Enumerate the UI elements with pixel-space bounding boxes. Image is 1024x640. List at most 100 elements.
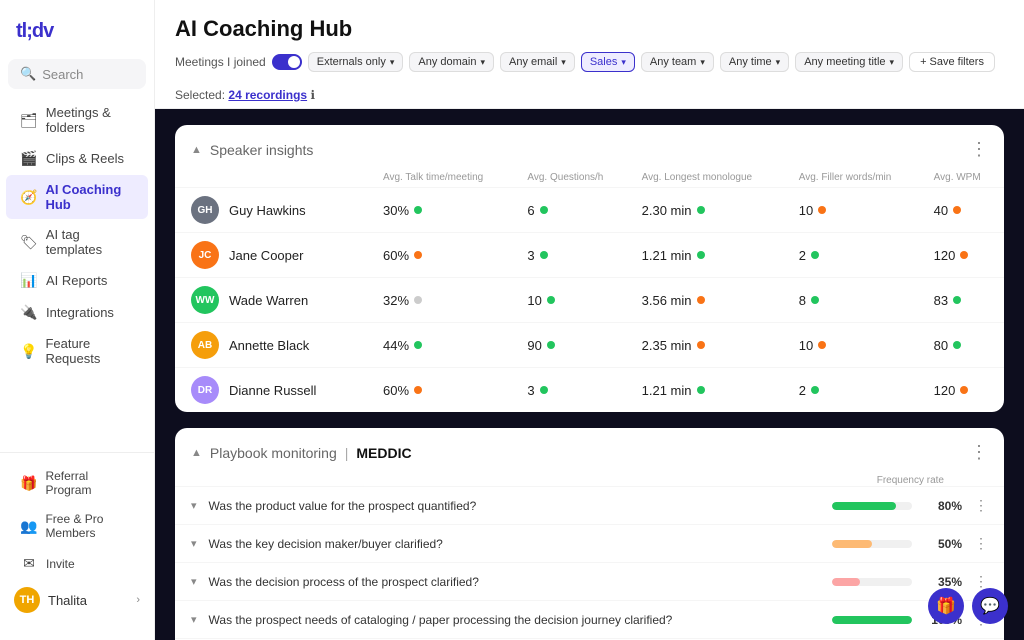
chat-button[interactable]: 💬 xyxy=(972,588,1008,624)
q-dot xyxy=(547,296,555,304)
title-filter[interactable]: Any meeting title ▾ xyxy=(795,52,903,72)
sidebar-item-reports[interactable]: 📊 AI Reports xyxy=(6,265,148,296)
freq-label: Frequency rate xyxy=(877,475,944,486)
speaker-name: Guy Hawkins xyxy=(229,203,306,218)
meetings-toggle[interactable] xyxy=(272,54,302,70)
externals-filter[interactable]: Externals only ▾ xyxy=(308,52,404,72)
chevron-down-icon: ▾ xyxy=(390,57,395,68)
expand-icon[interactable]: ▾ xyxy=(191,499,197,512)
save-filters-button[interactable]: + Save filters xyxy=(909,52,995,72)
team-filter[interactable]: Any team ▾ xyxy=(641,52,714,72)
sidebar-item-meetings[interactable]: 🗂 Meetings & folders xyxy=(6,98,148,142)
user-profile[interactable]: TH Thalita › xyxy=(0,580,154,620)
playbook-question: Was the prospect needs of cataloging / p… xyxy=(209,613,820,627)
row-more-options[interactable]: ⋮ xyxy=(974,497,988,514)
user-name: Thalita xyxy=(48,593,128,608)
info-icon: ℹ xyxy=(310,88,315,102)
monologue-cell: 2.30 min xyxy=(634,188,791,233)
speaker-name: Wade Warren xyxy=(229,293,308,308)
wpm-cell: 120 xyxy=(926,233,1004,278)
f-dot xyxy=(811,386,819,394)
sidebar-item-clips[interactable]: 🎬 Clips & Reels xyxy=(6,143,148,174)
meetings-joined-label: Meetings I joined xyxy=(175,55,266,69)
col-wpm: Avg. WPM xyxy=(926,168,1004,188)
expand-icon[interactable]: ▾ xyxy=(191,613,197,626)
sidebar-item-tags[interactable]: 🏷 AI tag templates xyxy=(6,220,148,264)
clips-icon: 🎬 xyxy=(20,150,38,167)
sidebar-item-coaching[interactable]: 🧭 AI Coaching Hub xyxy=(6,175,148,219)
recordings-link[interactable]: 24 recordings xyxy=(228,88,307,102)
sidebar-item-integrations[interactable]: 🔌 Integrations xyxy=(6,297,148,328)
speaker-name: Jane Cooper xyxy=(229,248,303,263)
tags-icon: 🏷 xyxy=(20,234,38,251)
q-dot xyxy=(540,251,548,259)
speaker-name-cell: DR Dianne Russell xyxy=(175,368,375,413)
time-filter[interactable]: Any time ▾ xyxy=(720,52,789,72)
chevron-down-icon: ▾ xyxy=(776,57,781,68)
speaker-name-cell: GH Guy Hawkins xyxy=(175,188,375,233)
collapse-icon[interactable]: ▲ xyxy=(191,144,202,156)
playbook-subtitle: MEDDIC xyxy=(356,445,411,461)
speaker-name: Dianne Russell xyxy=(229,383,316,398)
talk-dot xyxy=(414,251,422,259)
f-dot xyxy=(818,206,826,214)
table-row: WW Wade Warren 32% 10 3.56 min 8 83 xyxy=(175,278,1004,323)
m-dot xyxy=(697,251,705,259)
sidebar-item-invite[interactable]: ✉ Invite xyxy=(6,548,148,579)
referral-icon: 🎁 xyxy=(20,475,37,492)
speaker-avatar: WW xyxy=(191,286,219,314)
w-dot xyxy=(953,206,961,214)
speaker-avatar: AB xyxy=(191,331,219,359)
monologue-cell: 1.21 min xyxy=(634,368,791,413)
speaker-avatar: DR xyxy=(191,376,219,404)
speaker-insights-card: ▲ Speaker insights ⋮ Avg. Talk time/meet… xyxy=(175,125,1004,412)
list-item: ▾ Was the decision process of the prospe… xyxy=(175,562,1004,600)
wpm-cell: 120 xyxy=(926,368,1004,413)
monologue-cell: 3.56 min xyxy=(634,278,791,323)
freq-header: Frequency rate xyxy=(175,471,1004,486)
sidebar-item-label: AI Coaching Hub xyxy=(45,182,134,212)
progress-bar xyxy=(832,540,912,548)
search-icon: 🔍 xyxy=(20,66,36,82)
table-row: JC Jane Cooper 60% 3 1.21 min 2 120 xyxy=(175,233,1004,278)
more-options-button[interactable]: ⋮ xyxy=(970,139,988,160)
speaker-name: Annette Black xyxy=(229,338,309,353)
search-bar[interactable]: 🔍 Search xyxy=(8,59,146,89)
playbook-title: Playbook monitoring xyxy=(210,445,337,461)
talk-dot xyxy=(414,386,422,394)
pct-label: 50% xyxy=(924,537,962,551)
sidebar-item-feature[interactable]: 💡 Feature Requests xyxy=(6,329,148,373)
email-filter[interactable]: Any email ▾ xyxy=(500,52,575,72)
playbook-rows: ▾ Was the product value for the prospect… xyxy=(175,486,1004,640)
search-label: Search xyxy=(42,67,83,82)
coaching-icon: 🧭 xyxy=(20,189,37,206)
row-more-options[interactable]: ⋮ xyxy=(974,535,988,552)
expand-icon[interactable]: ▾ xyxy=(191,575,197,588)
playbook-question: Was the product value for the prospect q… xyxy=(209,499,820,513)
more-options-button[interactable]: ⋮ xyxy=(970,442,988,463)
talk-dot xyxy=(414,341,422,349)
collapse-icon[interactable]: ▲ xyxy=(191,447,202,459)
expand-icon[interactable]: ▾ xyxy=(191,537,197,550)
talk-time-cell: 30% xyxy=(375,188,519,233)
progress-bar xyxy=(832,616,912,624)
gift-button[interactable]: 🎁 xyxy=(928,588,964,624)
sidebar-item-pro[interactable]: 👥 Free & Pro Members xyxy=(6,505,148,547)
app-logo: tl;dv xyxy=(0,12,154,59)
card-title-speaker: ▲ Speaker insights xyxy=(191,142,313,158)
w-dot xyxy=(953,296,961,304)
meetings-icon: 🗂 xyxy=(20,112,38,129)
col-talk: Avg. Talk time/meeting xyxy=(375,168,519,188)
progress-bar xyxy=(832,578,912,586)
talk-dot xyxy=(414,296,422,304)
page-header: AI Coaching Hub Meetings I joined Extern… xyxy=(155,0,1024,82)
progress-fill xyxy=(832,578,860,586)
sales-filter[interactable]: Sales ▾ xyxy=(581,52,635,72)
sidebar-item-label: Referral Program xyxy=(45,469,134,497)
playbook-card: ▲ Playbook monitoring | MEDDIC ⋮ Frequen… xyxy=(175,428,1004,640)
filler-cell: 8 xyxy=(791,278,926,323)
sidebar-item-referral[interactable]: 🎁 Referral Program xyxy=(6,462,148,504)
page-title: AI Coaching Hub xyxy=(175,16,1004,42)
table-row: GH Guy Hawkins 30% 6 2.30 min 10 40 xyxy=(175,188,1004,233)
domain-filter[interactable]: Any domain ▾ xyxy=(409,52,494,72)
